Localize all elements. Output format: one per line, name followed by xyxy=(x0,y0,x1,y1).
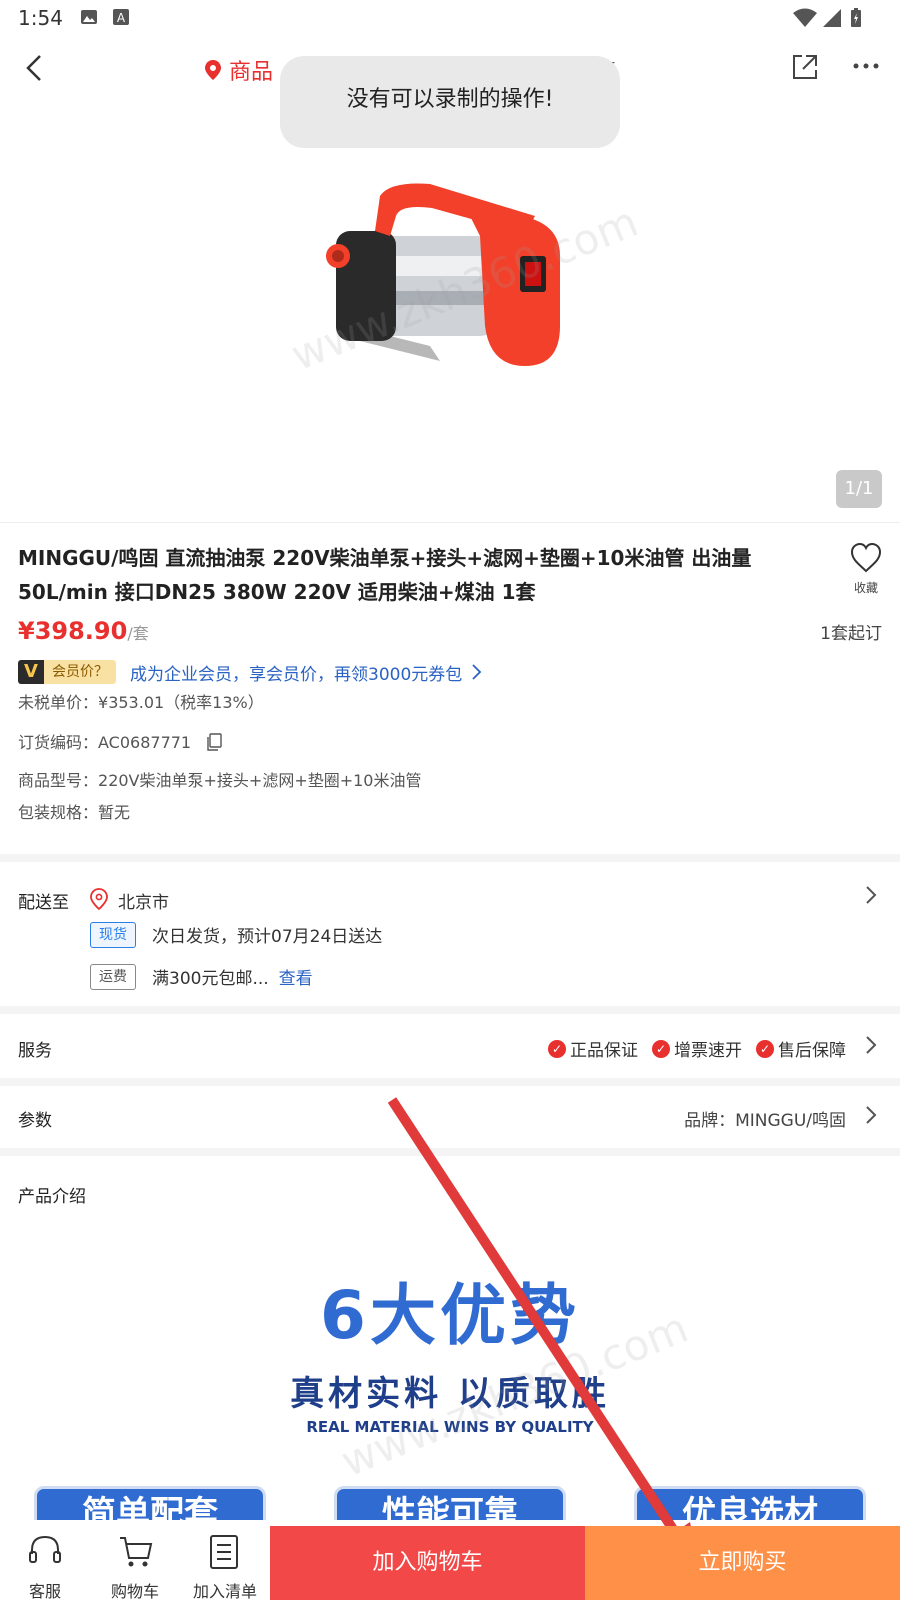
promo-headline: 6大优势 xyxy=(320,1277,580,1354)
cellular-signal-icon xyxy=(822,8,842,32)
delivery-estimate: 次日发货，预计07月24日送达 xyxy=(152,927,383,947)
package-value: 暂无 xyxy=(98,803,131,822)
location-outline-icon xyxy=(90,888,108,914)
favorite-label: 收藏 xyxy=(853,581,878,595)
add-to-cart-button[interactable]: 加入购物车 xyxy=(270,1526,585,1600)
headset-icon xyxy=(28,1534,62,1574)
product-image-gallery[interactable]: www.zkh360.com 1/1 xyxy=(0,104,900,522)
model-value: 220V柴油单泵+接头+滤网+垫圈+10米油管 xyxy=(98,771,422,790)
model-row: 商品型号：220V柴油单泵+接头+滤网+垫圈+10米油管 xyxy=(18,767,422,791)
promo-box: 性能可靠 xyxy=(334,1486,566,1520)
shipping-fee: 满300元包邮... 查看 xyxy=(152,964,313,989)
service-row[interactable]: 服务 ✓ 正品保证 ✓ 增票速开 ✓ 售后保障 xyxy=(0,1016,900,1078)
service-item: ✓ 正品保证 xyxy=(548,1036,638,1061)
chevron-left-icon xyxy=(26,55,41,81)
brand-value: 品牌：MINGGU/鸣固 xyxy=(684,1111,846,1131)
check-circle-icon: ✓ xyxy=(756,1039,774,1058)
service-item-label: 增票速开 xyxy=(674,1041,742,1061)
price: ¥398.90/套 xyxy=(18,617,149,645)
back-button[interactable] xyxy=(18,48,54,88)
toast-message: 没有可以录制的操作! xyxy=(280,56,620,148)
bottom-action-bar: 客服 购物车 加入清单 加入购物车 立即购买 xyxy=(0,1526,900,1600)
wifi-icon xyxy=(792,8,818,32)
package-label: 包装规格： xyxy=(18,803,99,822)
service-item-label: 售后保障 xyxy=(778,1041,846,1061)
location-pin-icon xyxy=(205,60,221,80)
image-notification-icon xyxy=(80,8,98,30)
chevron-right-icon xyxy=(864,1034,878,1060)
vip-question: 会员价？ xyxy=(44,660,116,684)
chevron-right-icon xyxy=(472,664,482,680)
vip-badge-icon: V xyxy=(18,660,44,684)
section-divider xyxy=(0,854,900,862)
more-button[interactable] xyxy=(852,56,882,76)
buy-now-button[interactable]: 立即购买 xyxy=(585,1526,900,1600)
add-to-list-label: 加入清单 xyxy=(192,1582,257,1600)
fee-tag: 运费 xyxy=(90,964,136,990)
section-divider xyxy=(0,1148,900,1156)
promo-box: 简单配套 xyxy=(34,1486,266,1520)
share-icon xyxy=(793,55,817,79)
params-row[interactable]: 参数 品牌：MINGGU/鸣固 xyxy=(0,1086,900,1148)
ship-to-label: 配送至 xyxy=(18,893,69,913)
ship-city: 北京市 xyxy=(118,893,169,913)
params-label: 参数 xyxy=(18,1111,52,1131)
stock-tag: 现货 xyxy=(90,922,136,948)
text-notification-icon: A xyxy=(112,8,130,30)
chevron-right-icon xyxy=(864,884,878,910)
status-bar: 1:54 A xyxy=(0,0,900,36)
product-intro-image: 6大优势 真材实料 以质取胜 REAL MATERIAL WINS BY QUA… xyxy=(0,1220,900,1520)
svg-text:A: A xyxy=(117,11,126,25)
customer-service-button[interactable]: 客服 xyxy=(0,1526,90,1600)
service-list: ✓ 正品保证 ✓ 增票速开 ✓ 售后保障 xyxy=(534,1036,846,1061)
shipping-section[interactable]: 配送至 北京市 现货 次日发货，预计07月24日送达 运费 满300元包邮...… xyxy=(0,862,900,1006)
vip-promo[interactable]: V 会员价？ 成为企业会员，享会员价，再领3000元券包 xyxy=(18,659,482,685)
customer-service-label: 客服 xyxy=(28,1582,61,1600)
image-counter: 1/1 xyxy=(836,470,882,508)
product-info: MINGGU/鸣固 直流抽油泵 220V柴油单泵+接头+滤网+垫圈+10米油管 … xyxy=(0,522,900,854)
section-divider xyxy=(0,1006,900,1014)
cart-label: 购物车 xyxy=(110,1582,159,1600)
heart-icon xyxy=(850,542,882,573)
price-value: ¥398.90 xyxy=(18,617,128,645)
more-dots-icon xyxy=(853,63,879,69)
shipping-fee-text: 满300元包邮... xyxy=(152,969,269,989)
list-icon xyxy=(208,1534,240,1574)
vip-link[interactable]: 成为企业会员，享会员价，再领3000元券包 xyxy=(130,660,462,685)
service-item: ✓ 增票速开 xyxy=(652,1036,742,1061)
chevron-right-icon xyxy=(864,1104,878,1130)
price-unit: /套 xyxy=(127,624,149,643)
pretax-label: 未税单价： xyxy=(18,693,99,712)
section-divider xyxy=(0,1078,900,1086)
check-circle-icon: ✓ xyxy=(652,1039,670,1058)
toast-text: 没有可以录制的操作! xyxy=(346,87,554,112)
tab-product[interactable]: 商品 xyxy=(204,54,273,86)
service-item: ✓ 售后保障 xyxy=(756,1036,846,1061)
model-label: 商品型号： xyxy=(18,771,99,790)
order-code-value: AC0687771 xyxy=(98,733,192,752)
product-title: MINGGU/鸣固 直流抽油泵 220V柴油单泵+接头+滤网+垫圈+10米油管 … xyxy=(18,546,752,604)
min-order: 1套起订 xyxy=(820,624,882,644)
promo-box: 优良选材 xyxy=(634,1486,866,1520)
service-item-label: 正品保证 xyxy=(570,1041,638,1061)
order-code-label: 订货编码： xyxy=(18,733,99,752)
add-to-list-button[interactable]: 加入清单 xyxy=(180,1526,270,1600)
copy-icon[interactable] xyxy=(206,732,222,755)
tab-product-label: 商品 xyxy=(229,60,274,85)
order-code-row: 订货编码：AC0687771 xyxy=(18,729,222,755)
package-row: 包装规格：暂无 xyxy=(18,799,130,823)
pretax-price-row: 未税单价：¥353.01（税率13%） xyxy=(18,689,264,713)
check-circle-icon: ✓ xyxy=(548,1039,566,1058)
cart-button[interactable]: 购物车 xyxy=(90,1526,180,1600)
status-time: 1:54 xyxy=(18,6,63,30)
pretax-value: ¥353.01（税率13%） xyxy=(98,693,264,712)
cart-icon xyxy=(118,1534,154,1574)
share-button[interactable] xyxy=(790,52,820,82)
product-intro-label: 产品介绍 xyxy=(18,1187,86,1207)
battery-icon xyxy=(850,8,862,32)
service-label: 服务 xyxy=(18,1041,52,1061)
view-shipping-link[interactable]: 查看 xyxy=(279,969,313,989)
favorite-button[interactable]: 收藏 xyxy=(846,542,886,596)
